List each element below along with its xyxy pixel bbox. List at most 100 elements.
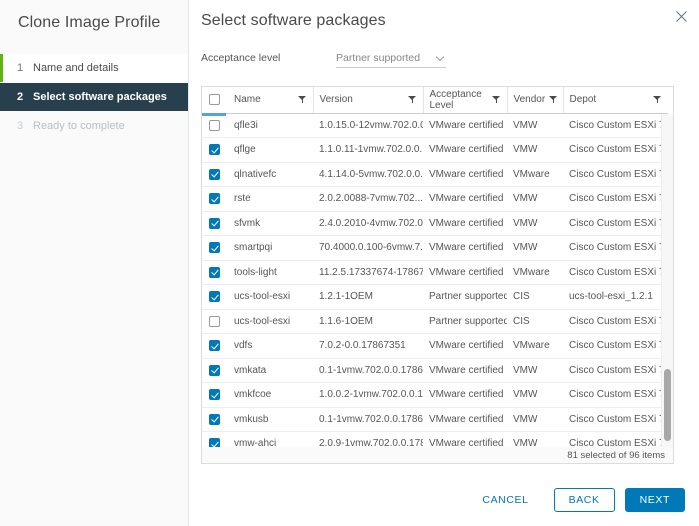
column-header-depot[interactable]: Depot (563, 87, 668, 114)
column-header-vendor[interactable]: Vendor (507, 87, 564, 114)
row-checkbox[interactable] (209, 242, 220, 254)
cell-depot: Cisco Custom ESXi 7.0... (563, 235, 668, 261)
row-checkbox[interactable] (209, 217, 220, 229)
cell-acceptance-level: VMware certified (423, 113, 507, 138)
filter-icon[interactable] (653, 95, 662, 104)
step-number: 3 (17, 120, 24, 132)
row-checkbox[interactable] (209, 168, 220, 180)
selection-count-label: 81 selected of 96 items (567, 449, 665, 461)
row-checkbox[interactable] (209, 266, 220, 278)
table-status-bar: 81 selected of 96 items (201, 447, 674, 464)
row-checkbox[interactable] (209, 389, 220, 401)
next-button[interactable]: NEXT (624, 488, 685, 512)
filter-icon[interactable] (491, 95, 501, 104)
cell-acceptance-level: VMware certified (423, 186, 507, 212)
row-select-cell[interactable] (202, 211, 228, 236)
row-select-cell[interactable] (202, 333, 228, 359)
row-select-cell[interactable] (202, 407, 228, 432)
table-row[interactable]: ucs-tool-esxi 1.2.1-1OEM Partner supported… (202, 284, 668, 310)
acceptance-level-value: Partner supported (336, 51, 421, 64)
table-row[interactable]: vmkfcoe1.0.0.2-1vmw.702.0.0.17...VMware … (202, 382, 668, 408)
cell-vendor: CIS (507, 284, 563, 310)
acceptance-level-select[interactable]: Partner supported (336, 49, 446, 68)
table-row[interactable]: tools-light11.2.5.17337674-17867351VMwar… (202, 260, 668, 285)
row-checkbox[interactable] (209, 315, 220, 327)
step-label: Ready to complete (33, 120, 125, 132)
cell-name: vmkfcoe (228, 382, 313, 408)
row-select-cell[interactable] (202, 113, 228, 138)
close-icon[interactable] (673, 10, 689, 26)
row-checkbox[interactable] (209, 193, 220, 205)
cell-depot: Cisco Custom ESXi 7.0... (563, 113, 668, 138)
row-checkbox[interactable] (209, 340, 220, 352)
row-select-cell[interactable] (202, 358, 228, 383)
cell-version: 0.1-1vmw.702.0.0.17867... (313, 358, 423, 383)
back-button[interactable]: BACK (553, 488, 615, 512)
wizard-step-select-software-packages[interactable]: 2 Select software packages (0, 83, 188, 111)
select-all-checkbox[interactable] (209, 94, 220, 106)
select-all-header (202, 87, 228, 114)
row-checkbox[interactable] (209, 119, 220, 131)
cell-depot: Cisco Custom ESXi 7.0... (563, 260, 668, 285)
column-header-name[interactable]: Name (228, 87, 314, 114)
cell-vendor: VMW (507, 407, 563, 432)
table-row[interactable]: vmkata0.1-1vmw.702.0.0.17867...VMware ce… (202, 358, 668, 383)
row-checkbox[interactable] (209, 364, 220, 376)
row-select-cell[interactable] (202, 309, 228, 334)
dialog-content: Select software packages Acceptance leve… (189, 0, 699, 526)
row-select-cell[interactable] (202, 260, 228, 285)
row-select-cell[interactable] (202, 186, 228, 212)
table-row[interactable]: rste 2.0.2.0088-7vmw.702... VMware certifi… (202, 186, 668, 212)
cell-version: 11.2.5.17337674-17867351 (313, 260, 423, 285)
cell-acceptance-level: VMware certified (423, 382, 507, 408)
cell-version: 1.2.1-1OEM (313, 284, 423, 310)
table-body: qfle3i 1.0.15.0-12vmw.702.0.0... VMware ce… (202, 113, 668, 460)
cell-acceptance-level: VMware certified (423, 333, 507, 359)
vertical-scrollbar[interactable] (661, 114, 673, 450)
table-row[interactable]: qlnativefc4.1.14.0-5vmw.702.0.0.1... VMwa… (202, 162, 668, 187)
wizard-title: Clone Image Profile (18, 14, 161, 31)
row-select-cell[interactable] (202, 235, 228, 261)
row-checkbox[interactable] (209, 291, 220, 303)
table-row[interactable]: smartpqi 70.4000.0.100-6vmw.7... VMware ce… (202, 235, 668, 261)
table-row[interactable]: vdfs 7.0.2-0.0.17867351 VMware certified VM… (202, 333, 668, 359)
table-row[interactable]: vmkusb0.1-1vmw.702.0.0.17867...VMware ce… (202, 407, 668, 432)
cell-name: smartpqi (228, 235, 313, 261)
wizard-step-ready-to-complete[interactable]: 3 Ready to complete (0, 112, 188, 140)
row-select-cell[interactable] (202, 382, 228, 408)
row-checkbox[interactable] (209, 413, 220, 425)
cell-depot: Cisco Custom ESXi 7.0... (563, 162, 668, 187)
cell-depot: Cisco Custom ESXi 7.0... (563, 137, 668, 163)
table-row[interactable]: ucs-tool-esxi 1.1.6-1OEM Partner supported… (202, 309, 668, 334)
row-select-cell[interactable] (202, 162, 228, 187)
table-row[interactable]: qflge1.1.0.11-1vmw.702.0.0.17...VMware c… (202, 137, 668, 163)
cell-name: ucs-tool-esxi (228, 309, 313, 334)
filter-icon[interactable] (297, 95, 307, 104)
cell-version: 70.4000.0.100-6vmw.7... (313, 235, 423, 261)
vertical-scrollbar-thumb[interactable] (664, 369, 671, 441)
filter-icon[interactable] (549, 95, 558, 104)
cell-vendor: VMW (507, 186, 563, 212)
table-row[interactable]: qfle3i 1.0.15.0-12vmw.702.0.0... VMware ce… (202, 113, 668, 138)
cell-acceptance-level: VMware certified (423, 137, 507, 163)
row-select-cell[interactable] (202, 284, 228, 310)
column-header-acceptance-level[interactable]: Acceptance Level (423, 87, 508, 114)
cell-vendor: VMware (507, 162, 563, 187)
column-header-version[interactable]: Version (313, 87, 424, 114)
table-row[interactable]: sfvmk 2.4.0.2010-4vmw.702.0... VMware cert… (202, 211, 668, 236)
row-checkbox[interactable] (209, 144, 220, 156)
packages-table: Name Version Acceptance Level Vendor Dep… (202, 87, 668, 460)
cell-acceptance-level: VMware certified (423, 407, 507, 432)
dialog-button-bar: CANCEL BACK NEXT (467, 488, 685, 512)
cancel-button[interactable]: CANCEL (467, 488, 543, 512)
cell-name: qlnativefc (228, 162, 313, 187)
filter-icon[interactable] (407, 95, 417, 104)
cell-vendor: CIS (507, 309, 563, 334)
cell-depot: ucs-tool-esxi_1.2.1 (563, 284, 668, 310)
cell-name: qflge (228, 137, 313, 163)
cell-version: 7.0.2-0.0.17867351 (313, 333, 423, 359)
wizard-step-name-and-details[interactable]: 1 Name and details (0, 54, 188, 82)
cell-version: 1.0.0.2-1vmw.702.0.0.17... (313, 382, 423, 408)
cell-version: 4.1.14.0-5vmw.702.0.0.1... (313, 162, 423, 187)
row-select-cell[interactable] (202, 137, 228, 163)
